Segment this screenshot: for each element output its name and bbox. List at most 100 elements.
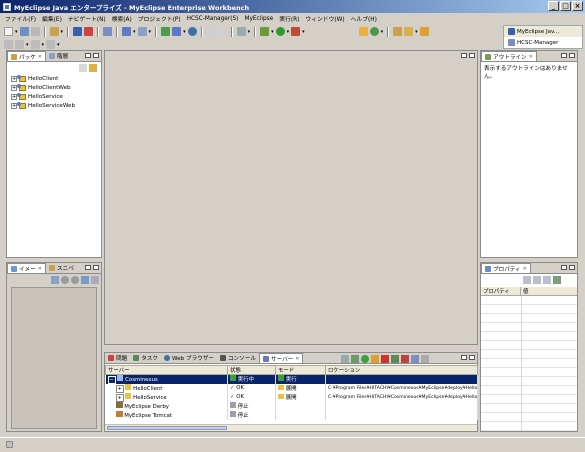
menu-file[interactable]: ファイル(F) [2,14,39,23]
maximize-panel-icon[interactable] [569,265,575,270]
console-icon[interactable] [236,27,246,36]
expand-icon[interactable]: + [115,394,124,402]
link-icon[interactable] [217,27,227,36]
fit-icon[interactable] [51,276,59,284]
start-server-icon[interactable] [361,355,369,363]
close-tab-icon[interactable]: ✕ [529,54,533,60]
maximize-editor-icon[interactable] [469,53,475,58]
maximize-button[interactable]: □ [560,1,571,11]
tab-properties[interactable]: プロパティ ✕ [481,263,531,273]
new-class-icon[interactable] [137,27,147,36]
menu-search[interactable]: 検索(A) [109,14,135,23]
minimize-button[interactable]: _ [548,1,559,11]
actual-size-icon[interactable] [81,276,89,284]
open-perspective-icon[interactable] [103,27,113,36]
expand-icon[interactable]: + [115,385,124,393]
new-package-icon[interactable] [369,27,379,36]
menu-navigate[interactable]: ナビゲート(N) [65,14,109,23]
tree-item-helloclientweb[interactable]: + HelloClientWeb [11,83,71,92]
globe-icon[interactable] [187,27,197,36]
profile-icon[interactable] [371,355,379,363]
menu-run[interactable]: 実行(R) [276,14,302,23]
tree-item-helloservice[interactable]: + HelloService [11,92,63,101]
minimize-panel-icon[interactable] [561,53,567,58]
advanced-icon[interactable] [543,276,551,284]
tab-hierarchy[interactable]: 階層 [46,51,71,61]
menu-hcsc-manager[interactable]: HCSC-Manager(S) [184,16,242,22]
menu-project[interactable]: プロジェクト(P) [135,14,184,23]
zoom-in-icon[interactable] [61,276,69,284]
refresh-icon[interactable] [161,27,171,36]
tab-image-viewer[interactable]: イメー ✕ [7,263,46,273]
close-tab-icon[interactable]: ✕ [38,266,42,272]
table-row[interactable]: MyEclipse Derby 停止 [105,401,478,411]
menu-edit[interactable]: 編集(E) [39,14,65,23]
close-tab-icon[interactable]: ✕ [295,356,299,362]
column-state[interactable]: 状態 [227,365,276,375]
menu-help[interactable]: ヘルプ(H) [348,14,380,23]
restore-default-icon[interactable] [553,276,561,284]
collapse-icon[interactable]: − [107,376,116,384]
redeploy-icon[interactable] [411,355,419,363]
column-location[interactable]: ロケーション [325,365,478,375]
tab-package-explorer[interactable]: パッケ ✕ [7,51,46,61]
minimize-panel-icon[interactable] [85,265,91,270]
tab-tasks[interactable]: タスク [130,353,161,363]
table-row[interactable]: + HelloClient ✓ OK 展開 C:¥Program Files¥H… [105,383,478,393]
stop-server-icon[interactable] [381,355,389,363]
rotate-icon[interactable] [91,276,99,284]
configure-icon[interactable] [341,355,349,363]
maximize-panel-icon[interactable] [569,53,575,58]
forward-icon[interactable] [46,40,56,49]
fast-view-icon[interactable] [6,440,13,448]
filter-icon[interactable] [533,276,541,284]
new-java-project-icon[interactable] [358,27,368,36]
search-icon[interactable] [393,27,403,36]
scrollbar-thumb[interactable] [107,426,227,430]
property-column-header[interactable]: プロパティ [481,287,521,295]
perspective-myeclipse[interactable]: MyEclipse Jav... [504,26,582,37]
tab-outline[interactable]: アウトライン ✕ [481,51,537,61]
tab-snippets[interactable]: スニペ [46,263,77,273]
back-icon[interactable] [419,27,429,36]
remove-icon[interactable] [401,355,409,363]
tree-item-helloclient[interactable]: + HelloClient [11,74,58,83]
new-icon[interactable] [4,27,13,36]
maximize-panel-icon[interactable] [93,53,99,58]
save-icon[interactable] [19,27,29,36]
server-icon[interactable] [84,27,94,36]
open-type-icon[interactable] [4,40,13,49]
maximize-panel-icon[interactable] [469,355,475,360]
tab-web-browser[interactable]: Web ブラウザー [161,353,217,363]
collapse-all-icon[interactable] [79,64,87,72]
link-editor-icon[interactable] [89,64,97,72]
column-server[interactable]: サーバー [105,365,228,375]
web-project-icon[interactable] [122,27,132,36]
column-mode[interactable]: モード [275,365,326,375]
deploy-icon[interactable] [73,27,83,36]
browser-icon[interactable] [172,27,182,36]
minimize-panel-icon[interactable] [461,355,467,360]
debug-server-icon[interactable] [351,355,359,363]
horizontal-scrollbar[interactable] [105,424,477,431]
menu-myeclipse[interactable]: MyEclipse [241,16,276,22]
publish-icon[interactable] [391,355,399,363]
zoom-out-icon[interactable] [71,276,79,284]
minimize-panel-icon[interactable] [85,53,91,58]
prev-edit-icon[interactable] [30,40,40,49]
table-row[interactable]: MyEclipse Tomcat 停止 [105,410,478,420]
next-annotation-icon[interactable] [404,27,414,36]
table-row[interactable]: + HelloService ✓ OK 展開 C:¥Program Files¥… [105,392,478,402]
external-tools-icon[interactable] [291,27,301,36]
tab-servers[interactable]: サーバー ✕ [258,353,304,363]
perspective-hcsc[interactable]: HCSC-Manager [504,37,582,48]
categories-icon[interactable] [523,276,531,284]
tab-console[interactable]: コンソール [217,353,259,363]
table-row[interactable]: − Cosminexus 実行中 実行 [105,374,478,384]
minimize-panel-icon[interactable] [561,265,567,270]
package-icon[interactable] [49,27,59,36]
run-icon[interactable] [275,27,285,36]
value-column-header[interactable]: 値 [521,287,577,295]
close-tab-icon[interactable]: ✕ [38,54,42,60]
browse-icon[interactable] [421,355,429,363]
